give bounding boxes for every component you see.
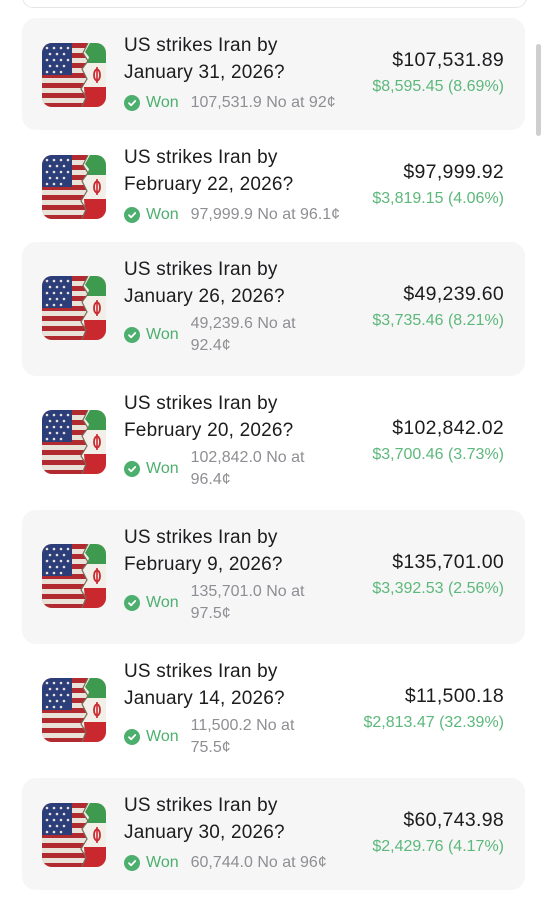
position-row[interactable]: US strikes Iran by January 14, 2026? Won…	[22, 644, 525, 778]
position-row[interactable]: US strikes Iran by January 30, 2026? Won…	[22, 778, 525, 890]
position-gain: $3,735.46 (8.21%)	[372, 312, 504, 329]
position-detail: 97,999.9 No at 96.1¢	[190, 206, 341, 223]
check-circle-icon	[124, 855, 140, 871]
position-gain: $2,813.47 (32.39%)	[363, 714, 504, 731]
position-gain: $3,700.46 (3.73%)	[372, 446, 504, 463]
status-line: Won 107,531.9 No at 92¢	[124, 90, 336, 116]
status-badge: Won	[146, 206, 179, 223]
position-row[interactable]: US strikes Iran by February 20, 2026? Wo…	[22, 376, 525, 510]
check-circle-icon	[124, 729, 140, 745]
position-row[interactable]: US strikes Iran by January 31, 2026? Won…	[22, 18, 525, 130]
position-detail: 60,744.0 No at 96¢	[190, 854, 327, 871]
position-value: $102,842.02	[392, 417, 504, 439]
position-detail: 11,500.2 No at 75.5¢	[190, 717, 295, 756]
position-gain: $8,595.45 (8.69%)	[372, 78, 504, 95]
position-value: $135,701.00	[392, 551, 504, 573]
status-line: Won 49,239.6 No at 92.4¢	[124, 315, 317, 354]
us-iran-flag-icon	[42, 43, 106, 107]
position-gain: $3,819.15 (4.06%)	[372, 190, 504, 207]
previous-card-edge	[22, 0, 527, 8]
us-iran-flag-icon	[42, 678, 106, 742]
us-iran-flag-icon	[42, 410, 106, 474]
us-iran-flag-icon	[42, 803, 106, 867]
positions-list: US strikes Iran by January 31, 2026? Won…	[22, 18, 525, 890]
check-circle-icon	[124, 95, 140, 111]
position-detail: 102,842.0 No at 96.4¢	[190, 449, 305, 488]
check-circle-icon	[124, 595, 140, 611]
position-value: $11,500.18	[404, 685, 504, 707]
position-detail: 107,531.9 No at 92¢	[190, 94, 336, 111]
position-detail: 49,239.6 No at 92.4¢	[190, 315, 296, 354]
scrollbar[interactable]	[536, 44, 541, 136]
market-title: US strikes Iran by January 30, 2026?	[124, 795, 285, 843]
status-badge: Won	[146, 854, 179, 871]
status-badge: Won	[146, 728, 179, 745]
us-iran-flag-icon	[42, 276, 106, 340]
position-gain: $2,429.76 (4.17%)	[372, 838, 504, 855]
status-line: Won 11,500.2 No at 75.5¢	[124, 717, 317, 756]
position-detail: 135,701.0 No at 97.5¢	[190, 583, 305, 622]
check-circle-icon	[124, 207, 140, 223]
status-line: Won 135,701.0 No at 97.5¢	[124, 583, 317, 622]
market-title: US strikes Iran by January 14, 2026?	[124, 661, 285, 709]
position-row[interactable]: US strikes Iran by February 9, 2026? Won…	[22, 510, 525, 644]
position-value: $107,531.89	[392, 49, 504, 71]
market-title: US strikes Iran by February 20, 2026?	[124, 393, 294, 441]
position-row[interactable]: US strikes Iran by January 26, 2026? Won…	[22, 242, 525, 376]
us-iran-flag-icon	[42, 544, 106, 608]
market-title: US strikes Iran by January 31, 2026?	[124, 35, 285, 83]
position-row[interactable]: US strikes Iran by February 22, 2026? Wo…	[22, 130, 525, 242]
position-value: $60,743.98	[403, 809, 504, 831]
position-value: $97,999.92	[403, 161, 504, 183]
position-gain: $3,392.53 (2.56%)	[372, 580, 504, 597]
position-value: $49,239.60	[403, 283, 504, 305]
status-badge: Won	[146, 94, 179, 111]
market-title: US strikes Iran by February 22, 2026?	[124, 147, 294, 195]
check-circle-icon	[124, 461, 140, 477]
market-title: US strikes Iran by February 9, 2026?	[124, 527, 283, 575]
status-line: Won 97,999.9 No at 96.1¢	[124, 202, 340, 228]
us-iran-flag-icon	[42, 155, 106, 219]
status-badge: Won	[146, 460, 179, 477]
check-circle-icon	[124, 327, 140, 343]
status-line: Won 60,744.0 No at 96¢	[124, 850, 327, 876]
status-badge: Won	[146, 594, 179, 611]
status-badge: Won	[146, 326, 179, 343]
market-title: US strikes Iran by January 26, 2026?	[124, 259, 285, 307]
status-line: Won 102,842.0 No at 96.4¢	[124, 449, 317, 488]
